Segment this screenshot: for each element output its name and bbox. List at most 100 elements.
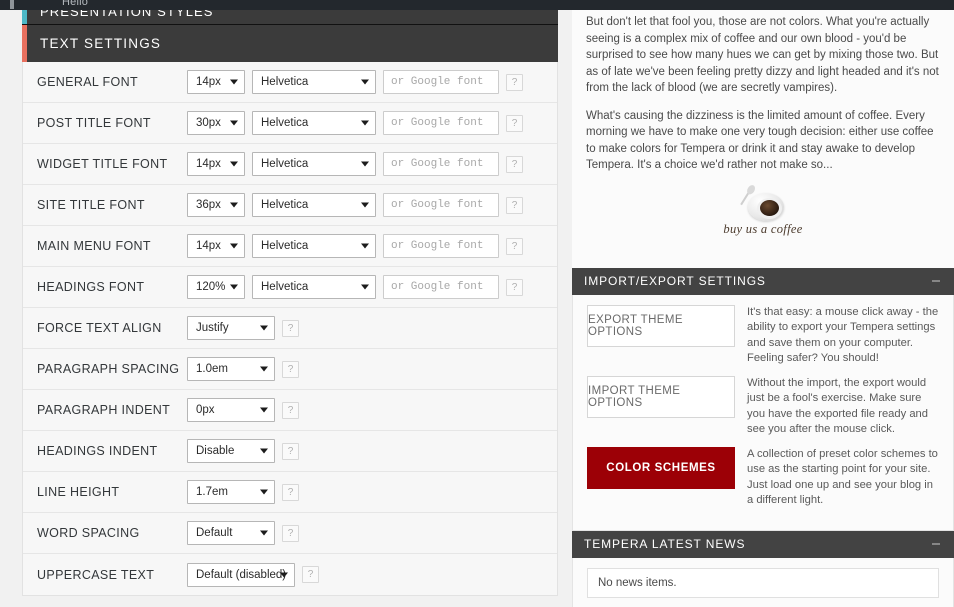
setting-value-select[interactable]: 30px: [187, 111, 245, 135]
google-font-input[interactable]: [383, 193, 499, 217]
font-family-select[interactable]: Helvetica: [252, 111, 376, 135]
setting-row: POST TITLE FONT 30px Helvetica?: [23, 103, 557, 144]
setting-value-select[interactable]: Default: [187, 521, 275, 545]
help-icon[interactable]: ?: [282, 360, 299, 378]
font-family-select[interactable]: Helvetica: [252, 152, 376, 176]
tempera-latest-news-body: No news items. 0: [572, 557, 954, 607]
chevron-down-icon: [260, 366, 268, 372]
import-export-settings-body: EXPORT THEME OPTIONS It's that easy: a mo…: [572, 294, 954, 531]
collapse-toggle-icon[interactable]: [932, 280, 940, 282]
section-header-presentation-styles-label: PRESENTATION STYLES: [40, 10, 214, 19]
buy-us-a-coffee-button[interactable]: buy us a coffee: [698, 186, 828, 241]
setting-value-select-label: Disable: [196, 445, 235, 457]
section-accent-bar-red: [22, 25, 27, 62]
chevron-down-icon: [230, 120, 238, 126]
setting-value-select[interactable]: 14px: [187, 70, 245, 94]
setting-value-select[interactable]: 1.0em: [187, 357, 275, 381]
setting-value-select[interactable]: 1.7em: [187, 480, 275, 504]
help-icon[interactable]: ?: [282, 524, 299, 542]
setting-value-select[interactable]: 0px: [187, 398, 275, 422]
theme-options-button[interactable]: IMPORT THEME OPTIONS: [587, 375, 735, 418]
chevron-down-icon: [230, 161, 238, 167]
help-icon[interactable]: ?: [282, 483, 299, 501]
setting-row-label: WIDGET TITLE FONT: [37, 157, 168, 171]
chevron-down-icon: [260, 448, 268, 454]
font-family-select[interactable]: Helvetica: [252, 275, 376, 299]
setting-row: FORCE TEXT ALIGN Justify?: [23, 308, 557, 349]
setting-row-controls: 14px Helvetica?: [187, 70, 523, 94]
setting-value-select[interactable]: 36px: [187, 193, 245, 217]
help-icon[interactable]: ?: [506, 114, 523, 132]
chevron-down-icon: [260, 530, 268, 536]
theme-options-button[interactable]: EXPORT THEME OPTIONS: [587, 304, 735, 347]
google-font-input[interactable]: [383, 70, 499, 94]
font-family-select[interactable]: Helvetica: [252, 70, 376, 94]
setting-row: LINE HEIGHT 1.7em?: [23, 472, 557, 513]
news-empty-message: No news items.: [587, 567, 939, 598]
import-export-settings-header[interactable]: IMPORT/EXPORT SETTINGS: [572, 267, 954, 295]
chevron-down-icon: [260, 407, 268, 413]
setting-value-select-label: 14px: [196, 76, 221, 88]
google-font-input[interactable]: [383, 152, 499, 176]
section-header-text-settings[interactable]: TEXT SETTINGS: [22, 24, 558, 62]
import-export-row: COLOR SCHEMES A collection of preset colo…: [587, 446, 939, 509]
setting-value-select[interactable]: 14px: [187, 152, 245, 176]
setting-value-select-label: 1.7em: [196, 486, 228, 498]
setting-row: WORD SPACING Default?: [23, 513, 557, 554]
import-export-description: Without the import, the export would jus…: [747, 376, 928, 436]
section-header-text-settings-label: TEXT SETTINGS: [40, 36, 162, 51]
google-font-input[interactable]: [383, 111, 499, 135]
help-icon[interactable]: ?: [506, 237, 523, 255]
color-schemes-button[interactable]: COLOR SCHEMES: [587, 446, 735, 489]
chevron-down-icon: [230, 202, 238, 208]
setting-value-select-label: 0px: [196, 404, 215, 416]
import-export-settings-title: IMPORT/EXPORT SETTINGS: [584, 274, 766, 288]
help-icon[interactable]: ?: [282, 401, 299, 419]
admin-page: Hello PRESENTATION STYLES TEXT SETTINGS …: [0, 0, 954, 607]
tempera-latest-news-header[interactable]: TEMPERA LATEST NEWS: [572, 530, 954, 558]
setting-row-controls: 14px Helvetica?: [187, 152, 523, 176]
setting-value-select[interactable]: Default (disabled): [187, 562, 295, 587]
setting-value-select[interactable]: Justify: [187, 316, 275, 340]
help-icon[interactable]: ?: [282, 319, 299, 337]
setting-row-label: PARAGRAPH SPACING: [37, 362, 180, 376]
setting-row-controls: 36px Helvetica?: [187, 193, 523, 217]
setting-value-select[interactable]: 120%: [187, 275, 245, 299]
setting-row-controls: Default?: [187, 521, 299, 545]
setting-value-select[interactable]: 14px: [187, 234, 245, 258]
tempera-story: But don't let that fool you, those are n…: [572, 10, 954, 187]
help-icon[interactable]: ?: [506, 196, 523, 214]
buy-us-a-coffee-area: buy us a coffee: [572, 186, 954, 268]
help-icon[interactable]: ?: [302, 566, 319, 583]
import-export-row: EXPORT THEME OPTIONS It's that easy: a mo…: [587, 304, 939, 367]
collapse-toggle-icon[interactable]: [932, 543, 940, 545]
help-icon[interactable]: ?: [506, 73, 523, 91]
google-font-input[interactable]: [383, 275, 499, 299]
setting-row-controls: 0px?: [187, 398, 299, 422]
setting-value-select-label: Default (disabled): [196, 568, 287, 581]
setting-value-select-label: 30px: [196, 117, 221, 129]
setting-row-controls: Disable?: [187, 439, 299, 463]
google-font-input[interactable]: [383, 234, 499, 258]
help-icon[interactable]: ?: [506, 155, 523, 173]
font-family-select[interactable]: Helvetica: [252, 193, 376, 217]
chevron-down-icon: [260, 325, 268, 331]
setting-row: PARAGRAPH SPACING 1.0em?: [23, 349, 557, 390]
section-header-presentation-styles[interactable]: PRESENTATION STYLES: [22, 10, 558, 24]
font-family-select[interactable]: Helvetica: [252, 234, 376, 258]
setting-row-controls: 14px Helvetica?: [187, 234, 523, 258]
tempera-latest-news-title: TEMPERA LATEST NEWS: [584, 537, 746, 551]
chevron-down-icon: [361, 202, 369, 208]
import-export-description: It's that easy: a mouse click away - the…: [747, 305, 939, 365]
chevron-down-icon: [361, 79, 369, 85]
help-icon[interactable]: ?: [282, 442, 299, 460]
setting-row-controls: Justify?: [187, 316, 299, 340]
setting-row-label: WORD SPACING: [37, 526, 140, 540]
coffee-cup-icon: [740, 186, 784, 223]
help-icon[interactable]: ?: [506, 278, 523, 296]
setting-row: HEADINGS FONT 120% Helvetica?: [23, 267, 557, 308]
section-accent-bar-teal: [22, 10, 27, 24]
setting-row-controls: Default (disabled)?: [187, 562, 319, 587]
setting-value-select[interactable]: Disable: [187, 439, 275, 463]
wordpress-logo-icon[interactable]: [10, 0, 14, 9]
